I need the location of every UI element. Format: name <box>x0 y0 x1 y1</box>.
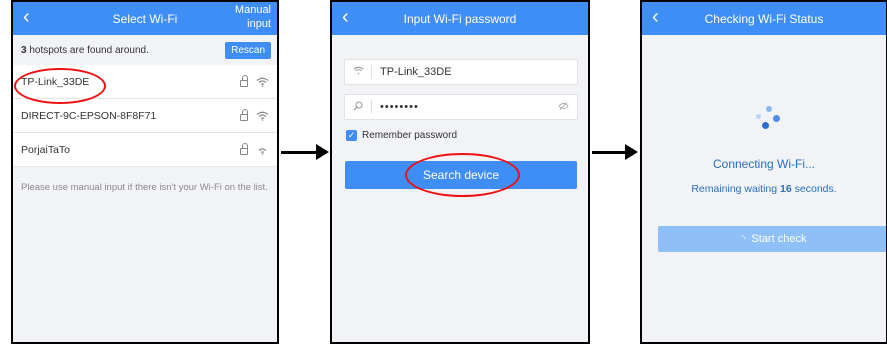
rescan-button[interactable]: Rescan <box>225 41 271 59</box>
wifi-ssid: PorjaiTaTo <box>21 143 71 156</box>
remaining-seconds: 16 <box>780 183 792 195</box>
eye-off-icon[interactable] <box>558 101 569 113</box>
screen-title: Select Wi-Fi <box>112 11 178 26</box>
password-value: •••••••• <box>380 101 419 113</box>
connecting-wifi-label: Connecting Wi-Fi... <box>712 157 816 171</box>
wifi-icon <box>256 77 269 87</box>
screen-title: Checking Wi-Fi Status <box>704 11 824 26</box>
loading-arc-icon: ◝ <box>741 233 746 245</box>
manual-input-button[interactable]: Manual input <box>235 3 271 31</box>
wifi-list: TP-Link_33DE DIRECT-9C-EPSON-8F8F71 Porj… <box>13 65 277 167</box>
wifi-icon <box>345 66 371 78</box>
lock-icon <box>240 75 248 87</box>
screen-title: Input Wi-Fi password <box>403 11 517 26</box>
wifi-item-porjaitato[interactable]: PorjaiTaTo <box>13 133 277 167</box>
wifi-icon <box>256 111 269 121</box>
flow-arrow-icon <box>281 144 329 160</box>
title-bar: ‹ Input Wi-Fi password <box>332 2 588 35</box>
title-bar: ‹ Select Wi-Fi Manual input <box>13 2 277 35</box>
back-chevron-icon[interactable]: ‹ <box>652 5 659 29</box>
ssid-value: TP-Link_33DE <box>380 66 452 78</box>
wifi-item-direct-epson[interactable]: DIRECT-9C-EPSON-8F8F71 <box>13 99 277 133</box>
hotspots-found-row: 3 hotspots are found around. Rescan <box>13 35 277 65</box>
start-check-button[interactable]: ◝ Start check <box>658 226 886 252</box>
check-icon[interactable]: ✓ <box>346 130 357 141</box>
wifi-ssid: TP-Link_33DE <box>21 75 90 88</box>
wifi-ssid-field[interactable]: TP-Link_33DE <box>344 59 578 85</box>
wifi-item-tp-link[interactable]: TP-Link_33DE <box>13 65 277 99</box>
search-device-button[interactable]: Search device <box>345 161 577 189</box>
back-chevron-icon[interactable]: ‹ <box>342 5 349 29</box>
loading-spinner-icon <box>756 106 780 130</box>
select-wifi-screen: ‹ Select Wi-Fi Manual input 3 hotspots a… <box>11 0 279 344</box>
title-bar: ‹ Checking Wi-Fi Status <box>642 2 886 35</box>
remaining-time-text: Remaining waiting 16 seconds. <box>691 183 837 195</box>
input-wifi-password-screen: ‹ Input Wi-Fi password TP-Link_33DE ••••… <box>330 0 590 344</box>
remember-password-label: Remember password <box>362 130 458 141</box>
lock-icon <box>240 109 248 121</box>
wifi-ssid: DIRECT-9C-EPSON-8F8F71 <box>21 109 157 122</box>
back-chevron-icon[interactable]: ‹ <box>23 5 30 29</box>
checking-wifi-status-screen: ‹ Checking Wi-Fi Status Connecting Wi-Fi… <box>640 0 887 344</box>
lock-icon <box>240 143 248 155</box>
flow-arrow-icon <box>592 144 638 160</box>
password-field[interactable]: •••••••• <box>344 94 578 120</box>
wifi-icon <box>258 147 267 155</box>
manual-input-hint: Please use manual input if there isn't y… <box>21 182 268 193</box>
hotspots-found-text: 3 hotspots are found around. <box>21 44 149 56</box>
key-search-icon <box>345 100 371 114</box>
remember-password-toggle[interactable]: ✓ Remember password <box>346 130 457 141</box>
